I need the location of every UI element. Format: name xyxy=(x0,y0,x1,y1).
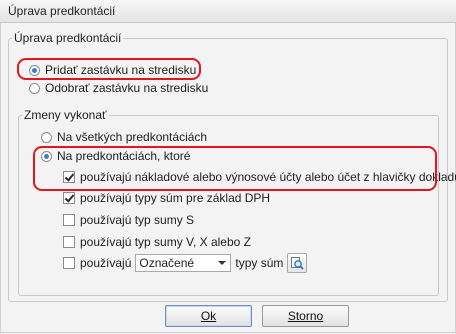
checkbox[interactable] xyxy=(63,257,75,269)
check-vat-base-label: používajú typy súm pre základ DPH xyxy=(80,191,271,205)
chevron-down-icon xyxy=(218,261,227,265)
radio-which-label: Na predkontáciách, ktoré xyxy=(57,149,191,163)
sum-types-suffix: typy súm xyxy=(235,256,284,270)
radio-add-stop-label: Pridať zastávku na stredisku xyxy=(45,63,197,77)
title-bar: Úprava predkontácií xyxy=(0,0,456,23)
ok-button-label: Ok xyxy=(200,309,217,323)
check-vat-base[interactable]: používajú typy súm pre základ DPH xyxy=(63,189,270,207)
radio-button[interactable] xyxy=(29,82,40,94)
check-mark-icon xyxy=(64,171,75,182)
check-mark-icon xyxy=(64,192,75,203)
magnifier-icon xyxy=(291,257,305,270)
sum-types-select[interactable]: Označené xyxy=(135,254,232,272)
sum-types-prefix: používajú xyxy=(80,256,132,270)
checkbox[interactable] xyxy=(63,214,75,226)
check-cost-revenue-accounts[interactable]: používajú nákladové alebo výnosové účty … xyxy=(63,168,456,186)
sum-types-select-value: Označené xyxy=(139,256,195,270)
radio-remove-stop-label: Odobrať zastávku na stredisku xyxy=(45,81,209,95)
radio-add-stop[interactable]: Pridať zastávku na stredisku xyxy=(29,61,196,79)
window-title: Úprava predkontácií xyxy=(8,4,116,18)
radio-all-predkontacie[interactable]: Na všetkých predkontáciách xyxy=(41,128,207,146)
check-sum-type-s-label: používajú typ sumy S xyxy=(80,213,195,227)
radio-button[interactable] xyxy=(41,131,52,143)
cancel-button[interactable]: Storno xyxy=(262,305,349,327)
cancel-button-label: Storno xyxy=(287,309,324,323)
ok-button[interactable]: Ok xyxy=(165,305,252,327)
main-group-legend: Úprava predkontácií xyxy=(14,31,122,45)
check-sum-type-vxz-label: používajú typ sumy V, X alebo Z xyxy=(80,235,251,249)
radio-all-label: Na všetkých predkontáciách xyxy=(57,130,208,144)
check-sum-types-filter[interactable]: používajú Označené typy súm xyxy=(63,252,308,274)
checkbox[interactable] xyxy=(63,192,75,204)
check-sum-type-vxz[interactable]: používajú typ sumy V, X alebo Z xyxy=(63,233,251,251)
checkbox[interactable] xyxy=(63,236,75,248)
radio-remove-stop[interactable]: Odobrať zastávku na stredisku xyxy=(29,79,208,97)
dialog-body: Úprava predkontácií Pridať zastávku na s… xyxy=(0,23,456,333)
checkbox[interactable] xyxy=(63,171,75,183)
changes-group-legend: Zmeny vykonať xyxy=(24,108,107,122)
check-cost-revenue-label: používajú nákladové alebo výnosové účty … xyxy=(80,170,456,184)
radio-button-checked[interactable] xyxy=(41,150,52,162)
search-sum-types-button[interactable] xyxy=(287,253,308,273)
radio-predkontacie-which[interactable]: Na predkontáciách, ktoré xyxy=(41,147,190,165)
check-sum-type-s[interactable]: používajú typ sumy S xyxy=(63,211,194,229)
radio-button-checked[interactable] xyxy=(29,64,40,76)
